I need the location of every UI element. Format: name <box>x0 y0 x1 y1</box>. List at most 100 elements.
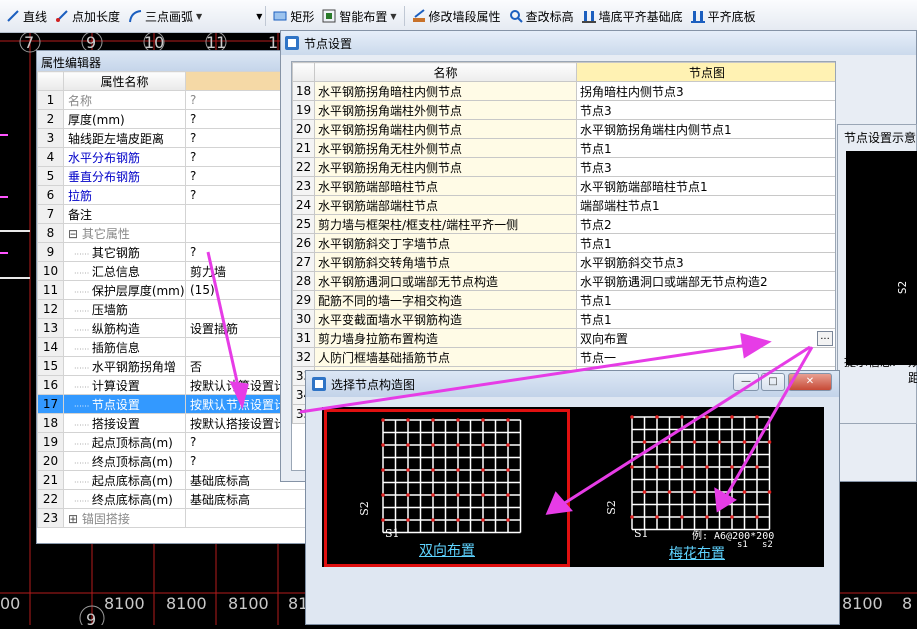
node-diagram-value[interactable]: 节点一 <box>576 347 835 367</box>
minimize-button[interactable]: — <box>733 373 759 391</box>
option-label[interactable]: 双向布置 <box>327 540 567 560</box>
property-row[interactable]: 18 ······ 搭接设置 按默认搭接设置计 <box>37 413 318 433</box>
wall-bottom-flush-button[interactable]: 墙底平齐基础底 <box>578 4 687 28</box>
ellipsis-button[interactable]: ... <box>817 331 833 346</box>
property-row[interactable]: 7 备注 <box>37 204 318 224</box>
property-value[interactable]: 基础底标高 <box>185 489 318 509</box>
node-diagram-value[interactable]: 节点1 <box>576 290 835 310</box>
property-table: 属性名称 1 名称? 2 厚度(mm)? 3 轴线距左墙皮距离? 4 水平分布钢筋? 5 垂直分布… <box>37 71 318 528</box>
node-name: 剪力墙身拉筋布置构造 <box>314 328 577 348</box>
node-setting-row[interactable]: 22 水平钢筋拐角无柱内侧节点 节点3 <box>292 157 835 177</box>
node-setting-row[interactable]: 30 水平变截面墙水平钢筋构造 节点1 <box>292 309 835 329</box>
node-diagram-value[interactable]: 双向布置 <box>576 328 835 348</box>
node-setting-row[interactable]: 31 剪力墙身拉筋布置构造 双向布置 <box>292 328 835 348</box>
property-row[interactable]: 23 ⊞ 锚固搭接 <box>37 508 318 528</box>
property-row[interactable]: 2 厚度(mm)? <box>37 109 318 129</box>
property-row[interactable]: 21 ······ 起点底标高(m) 基础底标高 <box>37 470 318 490</box>
property-row[interactable]: 9 ······ 其它钢筋? <box>37 242 318 262</box>
node-diagram-value[interactable]: 节点2 <box>576 214 835 234</box>
property-value[interactable] <box>185 508 318 528</box>
smart-layout-button[interactable]: 智能布置 ▼ <box>318 4 400 28</box>
property-row[interactable]: 6 拉筋? <box>37 185 318 205</box>
node-setting-row[interactable]: 20 水平钢筋拐角端柱内侧节点 水平钢筋拐角端柱内侧节点1 <box>292 119 835 139</box>
maximize-button[interactable]: □ <box>761 373 785 391</box>
tie-bar-dot <box>381 418 385 422</box>
node-setting-row[interactable]: 23 水平钢筋端部暗柱节点 水平钢筋端部暗柱节点1 <box>292 176 835 196</box>
node-setting-row[interactable]: 19 水平钢筋拐角端柱外侧节点 节点3 <box>292 100 835 120</box>
dimension-label: 00 <box>0 594 21 613</box>
chevron-down-icon[interactable]: ▼ <box>196 12 202 21</box>
property-name: ······ 保护层厚度(mm) <box>63 280 186 300</box>
property-row[interactable]: 10 ······ 汇总信息 剪力墙 <box>37 261 318 281</box>
property-row[interactable]: 17 ······ 节点设置 按默认节点设置计 <box>37 394 318 414</box>
smart-layout-icon <box>322 9 336 23</box>
node-setting-row[interactable]: 18 水平钢筋拐角暗柱内侧节点 拐角暗柱内侧节点3 <box>292 81 835 101</box>
property-row[interactable]: 8 ⊟ 其它属性 <box>37 223 318 243</box>
tie-bar-dot <box>481 418 485 422</box>
tie-bar-dot <box>481 493 485 497</box>
node-setting-row[interactable]: 25 剪力墙与框架柱/框支柱/端柱平齐一侧 节点2 <box>292 214 835 234</box>
tie-bar-dot <box>406 518 410 522</box>
node-diagram-value[interactable]: 节点1 <box>576 309 835 329</box>
node-diagram-value[interactable]: 水平钢筋拐角端柱内侧节点1 <box>576 119 835 139</box>
tree-connector: ······ <box>74 363 92 373</box>
node-diagram-value[interactable]: 节点3 <box>576 157 835 177</box>
tree-connector: ······ <box>74 344 92 354</box>
property-row[interactable]: 11 ······ 保护层厚度(mm) (15) <box>37 280 318 300</box>
node-name: 剪力墙与框架柱/框支柱/端柱平齐一侧 <box>314 214 577 234</box>
node-diagram-value[interactable]: 节点1 <box>576 233 835 253</box>
node-setting-row[interactable]: 29 配筋不同的墙一字相交构造 节点1 <box>292 290 835 310</box>
node-setting-row[interactable]: 28 水平钢筋遇洞口或端部无节点构造 水平钢筋遇洞口或端部无节点构造2 <box>292 271 835 291</box>
chevron-down-icon[interactable]: ▼ <box>390 12 396 21</box>
point-length-button[interactable]: 点加长度 <box>51 4 124 28</box>
elevation-button[interactable]: 查改标高 <box>505 4 578 28</box>
property-name-text: 插筋信息 <box>91 340 140 355</box>
property-name-text: 汇总信息 <box>91 264 140 279</box>
expand-toggle-icon[interactable]: ⊞ <box>68 512 82 526</box>
property-row[interactable]: 1 名称? <box>37 90 318 110</box>
node-diagram-value[interactable]: 节点1 <box>576 138 835 158</box>
node-diagram-value[interactable]: 端部端柱节点1 <box>576 195 835 215</box>
property-row[interactable]: 12 ······ 压墙筋 <box>37 299 318 319</box>
row-number: 26 <box>292 233 315 253</box>
node-diagram-value[interactable]: 拐角暗柱内侧节点3 <box>576 81 835 101</box>
node-setting-row[interactable]: 27 水平钢筋斜交转角墙节点 水平钢筋斜交节点3 <box>292 252 835 272</box>
property-row[interactable]: 5 垂直分布钢筋? <box>37 166 318 186</box>
property-row[interactable]: 4 水平分布钢筋? <box>37 147 318 167</box>
flush-slab-button[interactable]: 平齐底板 <box>687 4 760 28</box>
property-name: 垂直分布钢筋 <box>63 166 186 186</box>
tie-bar-dot <box>456 468 460 472</box>
property-row[interactable]: 20 ······ 终点顶标高(m)? <box>37 451 318 471</box>
rectangle-button[interactable]: 矩形 <box>269 4 318 28</box>
node-diagram-value[interactable]: 水平钢筋斜交节点3 <box>576 252 835 272</box>
name-column-header: 名称 <box>314 62 577 82</box>
node-setting-row[interactable]: 26 水平钢筋斜交丁字墙节点 节点1 <box>292 233 835 253</box>
node-setting-row[interactable]: 21 水平钢筋拐角无柱外侧节点 节点1 <box>292 138 835 158</box>
option-bidirectional[interactable]: S2 S1 双向布置 <box>324 409 570 567</box>
property-row[interactable]: 16 ······ 计算设置 按默认计算设置计 <box>37 375 318 395</box>
option-label[interactable]: 梅花布置 <box>574 543 820 563</box>
tie-bar-dot <box>680 415 684 419</box>
property-name-text: 搭接设置 <box>91 416 140 431</box>
property-row[interactable]: 22 ······ 终点底标高(m) 基础底标高 <box>37 489 318 509</box>
node-setting-row[interactable]: 32 人防门框墙基础插筋节点 节点一 <box>292 347 835 367</box>
line-button[interactable]: 直线 <box>2 4 51 28</box>
node-setting-row[interactable]: 24 水平钢筋端部端柱节点 端部端柱节点1 <box>292 195 835 215</box>
property-row[interactable]: 14 ······ 插筋信息 <box>37 337 318 357</box>
tie-bar-dot <box>705 465 709 469</box>
edit-wall-props-button-label: 修改墙段属性 <box>428 9 501 24</box>
node-diagram-value[interactable]: 水平钢筋端部暗柱节点1 <box>576 176 835 196</box>
property-row[interactable]: 19 ······ 起点顶标高(m)? <box>37 432 318 452</box>
node-diagram-value[interactable]: 节点3 <box>576 100 835 120</box>
node-diagram-value[interactable]: 水平钢筋遇洞口或端部无节点构造2 <box>576 271 835 291</box>
expand-toggle-icon[interactable]: ⊟ <box>68 227 82 241</box>
arc-button[interactable]: 三点画弧 ▼ <box>124 4 206 28</box>
option-quincunx[interactable]: S2 S1 例: A6@200*200 s1 s2 梅花布置 <box>574 409 820 567</box>
property-row[interactable]: 13 ······ 纵筋构造 设置插筋 <box>37 318 318 338</box>
edit-wall-props-button[interactable]: 修改墙段属性 <box>408 4 505 28</box>
close-button[interactable]: ✕ <box>788 373 832 391</box>
wall-bottom-icon <box>581 9 596 23</box>
property-row[interactable]: 15 ······ 水平钢筋拐角增否 <box>37 356 318 376</box>
property-row[interactable]: 3 轴线距左墙皮距离? <box>37 128 318 148</box>
chevron-down-icon[interactable]: ▼ <box>256 12 262 21</box>
